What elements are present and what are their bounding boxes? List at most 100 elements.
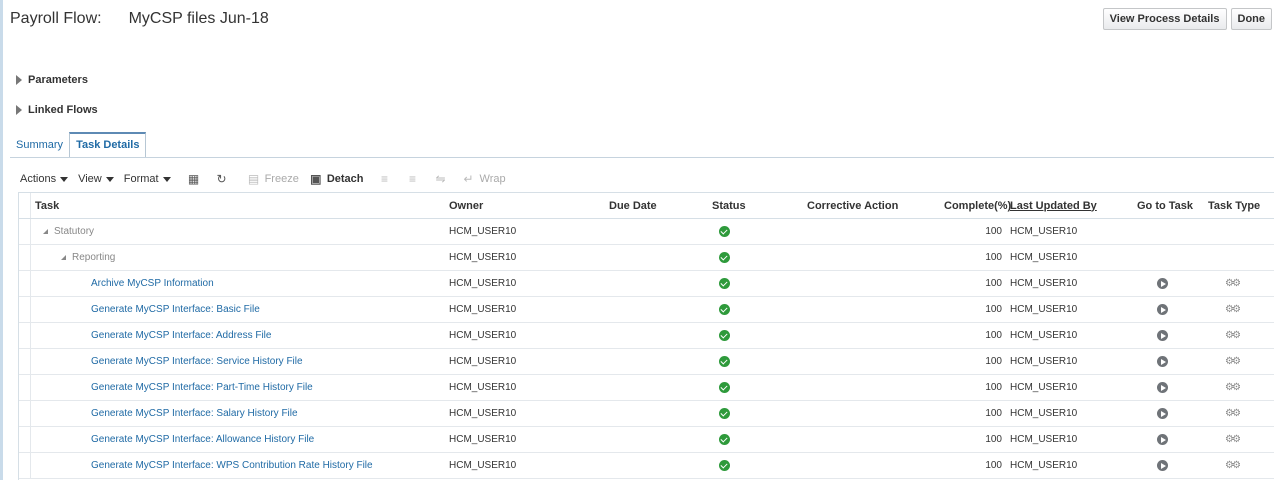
go-to-task-cell	[1157, 375, 1168, 400]
table-row[interactable]: Reporting HCM_USER10 100 HCM_USER10	[19, 245, 1274, 271]
go-to-task-cell	[1157, 427, 1168, 452]
owner-cell: HCM_USER10	[449, 434, 517, 445]
row-gutter	[19, 297, 31, 322]
last-updated-by-cell: HCM_USER10	[1010, 356, 1078, 367]
last-updated-by-cell: HCM_USER10	[1010, 434, 1078, 445]
complete-cell: 100	[985, 226, 1002, 237]
table-row[interactable]: Generate MyCSP Interface: Service Histor…	[19, 349, 1274, 375]
table-row[interactable]: Generate MyCSP Interface: Address File H…	[19, 323, 1274, 349]
status-cell	[719, 453, 730, 478]
column-header-task-type[interactable]: Task Type	[1208, 193, 1260, 218]
task-link[interactable]: Generate MyCSP Interface: Salary History…	[91, 401, 298, 426]
arrow-circle-icon[interactable]	[1157, 356, 1168, 367]
go-to-task-cell	[1157, 323, 1168, 348]
arrow-circle-icon[interactable]	[1157, 408, 1168, 419]
status-cell	[719, 349, 730, 374]
column-header-status[interactable]: Status	[712, 193, 746, 218]
view-process-details-button[interactable]: View Process Details	[1102, 8, 1227, 30]
complete-cell: 100	[985, 330, 1002, 341]
check-circle-icon	[719, 408, 730, 419]
status-cell	[719, 271, 730, 296]
complete-cell: 100	[985, 304, 1002, 315]
table-row[interactable]: Archive MyCSP Information HCM_USER10 100…	[19, 271, 1274, 297]
arrow-circle-icon[interactable]	[1157, 330, 1168, 341]
detach-button[interactable]: ▣ Detach	[309, 172, 363, 186]
parameters-section-toggle[interactable]: Parameters	[16, 74, 88, 86]
tab-divider	[10, 157, 1274, 158]
refresh-icon: ↻	[216, 172, 227, 186]
expand-triangle-icon	[16, 105, 22, 115]
column-header-task[interactable]: Task	[35, 193, 59, 218]
gears-icon: ⚙⚙	[1225, 329, 1241, 341]
task-link[interactable]: Generate MyCSP Interface: Address File	[91, 323, 271, 348]
check-circle-icon	[719, 356, 730, 367]
table-row[interactable]: Generate MyCSP Interface: Allowance Hist…	[19, 427, 1274, 453]
column-header-owner[interactable]: Owner	[449, 193, 483, 218]
check-circle-icon	[719, 278, 730, 289]
column-right-button[interactable]: ≡	[406, 172, 424, 186]
task-details-table: Task Owner Due Date Status Corrective Ac…	[18, 192, 1274, 480]
collapse-triangle-icon[interactable]	[61, 255, 66, 260]
owner-cell: HCM_USER10	[449, 382, 517, 393]
wrap-button[interactable]: ↵ Wrap	[462, 172, 505, 186]
task-link[interactable]: Archive MyCSP Information	[91, 271, 214, 296]
format-menu[interactable]: Format	[124, 173, 171, 185]
actions-menu[interactable]: Actions	[20, 173, 69, 185]
query-by-example-button[interactable]: ▦	[187, 172, 205, 186]
column-header-corrective-action[interactable]: Corrective Action	[807, 193, 898, 218]
gears-icon: ⚙⚙	[1225, 433, 1241, 445]
column-header-go-to-task[interactable]: Go to Task	[1137, 193, 1193, 218]
task-link[interactable]: Generate MyCSP Interface: Part-Time Hist…	[91, 375, 313, 400]
status-cell	[719, 219, 730, 244]
task-link[interactable]: Generate MyCSP Interface: Service Histor…	[91, 349, 303, 374]
linked-flows-label: Linked Flows	[28, 104, 98, 116]
table-row[interactable]: Generate MyCSP Interface: Part-Time Hist…	[19, 375, 1274, 401]
go-to-task-cell	[1157, 297, 1168, 322]
row-header-gutter	[19, 193, 31, 218]
done-button[interactable]: Done	[1230, 8, 1272, 30]
arrow-circle-icon[interactable]	[1157, 460, 1168, 471]
tab-task-details[interactable]: Task Details	[69, 132, 147, 158]
chevron-down-icon	[105, 176, 114, 182]
move-column-button[interactable]: ⇋	[434, 172, 452, 186]
arrow-circle-icon[interactable]	[1157, 434, 1168, 445]
tab-summary[interactable]: Summary	[10, 132, 69, 158]
arrow-circle-icon[interactable]	[1157, 382, 1168, 393]
page-header: Payroll Flow: MyCSP files Jun-18	[10, 10, 269, 30]
table-row[interactable]: Generate MyCSP Interface: Salary History…	[19, 401, 1274, 427]
go-to-task-cell	[1157, 401, 1168, 426]
go-to-task-cell	[1157, 271, 1168, 296]
linked-flows-section-toggle[interactable]: Linked Flows	[16, 104, 98, 116]
column-left-button[interactable]: ≡	[378, 172, 396, 186]
collapse-triangle-icon[interactable]	[43, 229, 48, 234]
chevron-down-icon	[162, 176, 171, 182]
freeze-button[interactable]: ▤ Freeze	[247, 172, 299, 186]
view-menu[interactable]: View	[78, 173, 114, 185]
row-gutter	[19, 349, 31, 374]
arrow-circle-icon[interactable]	[1157, 278, 1168, 289]
row-gutter	[19, 401, 31, 426]
column-header-due-date[interactable]: Due Date	[609, 193, 657, 218]
left-rail	[0, 0, 3, 480]
row-gutter	[19, 245, 31, 270]
move-column-icon: ⇋	[435, 172, 446, 186]
check-circle-icon	[719, 304, 730, 315]
status-cell	[719, 323, 730, 348]
row-gutter	[19, 453, 31, 478]
refresh-button[interactable]: ↻	[215, 172, 233, 186]
column-header-last-updated-by[interactable]: Last Updated By	[1010, 193, 1097, 218]
task-link[interactable]: Generate MyCSP Interface: Allowance Hist…	[91, 427, 314, 452]
complete-cell: 100	[985, 434, 1002, 445]
task-link[interactable]: Generate MyCSP Interface: WPS Contributi…	[91, 453, 373, 478]
table-row[interactable]: Generate MyCSP Interface: WPS Contributi…	[19, 453, 1274, 479]
arrow-circle-icon[interactable]	[1157, 304, 1168, 315]
table-row[interactable]: Generate MyCSP Interface: Basic File HCM…	[19, 297, 1274, 323]
task-link[interactable]: Generate MyCSP Interface: Basic File	[91, 297, 260, 322]
tab-bar: Summary Task Details	[10, 132, 147, 158]
go-to-task-cell	[1157, 453, 1168, 478]
owner-cell: HCM_USER10	[449, 226, 517, 237]
table-row[interactable]: Statutory HCM_USER10 100 HCM_USER10	[19, 219, 1274, 245]
complete-cell: 100	[985, 408, 1002, 419]
last-updated-by-cell: HCM_USER10	[1010, 408, 1078, 419]
column-header-complete[interactable]: Complete(%)	[944, 193, 1011, 218]
